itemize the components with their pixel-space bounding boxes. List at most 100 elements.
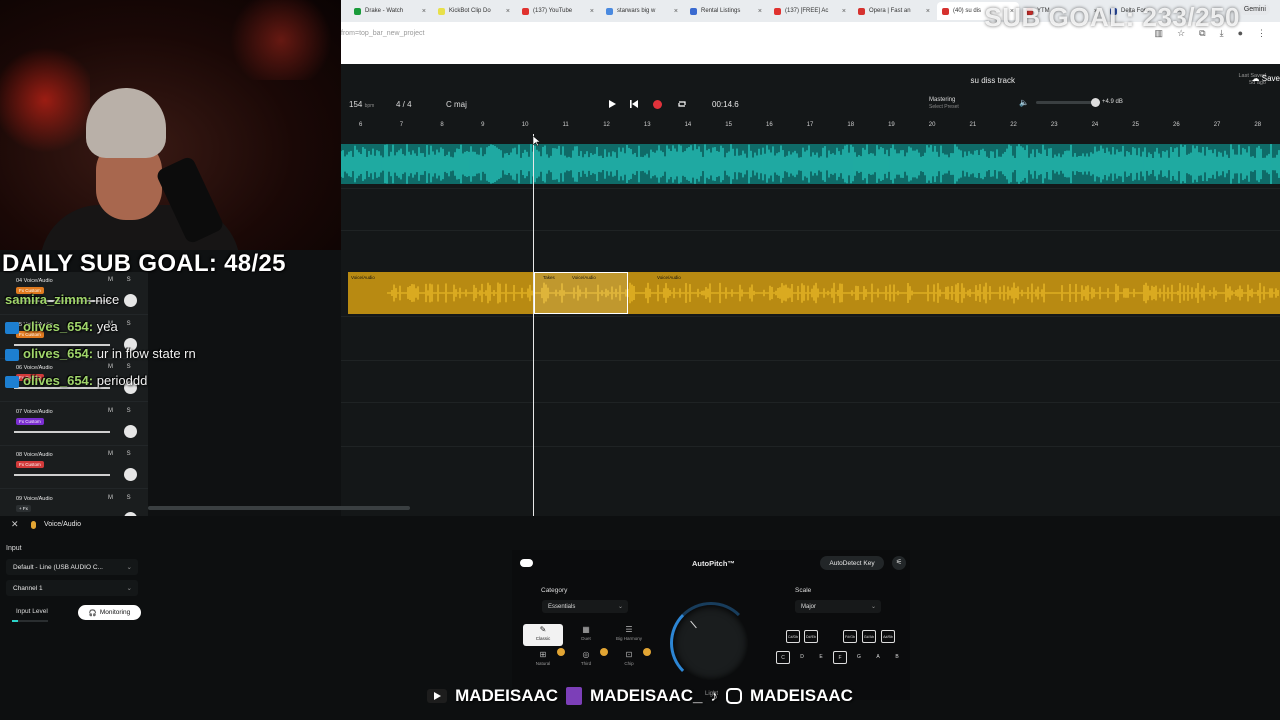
scale-key-sharp[interactable]: C#/Db xyxy=(786,630,800,643)
scale-key-natural[interactable]: D xyxy=(795,651,809,664)
mode-label: Big Harmony xyxy=(615,636,642,641)
scale-key-natural[interactable]: F xyxy=(833,651,847,664)
tab-favicon-icon xyxy=(690,7,697,15)
rewind-icon[interactable] xyxy=(629,99,639,109)
chevron-down-icon: ⌄ xyxy=(870,604,876,610)
mastering-preset-label: Select Preset xyxy=(929,104,959,110)
scale-key-sharp[interactable]: A#/Bb xyxy=(881,630,895,643)
premium-dot xyxy=(643,648,651,656)
close-icon[interactable]: ✕ xyxy=(11,519,19,530)
autopitch-toggle[interactable] xyxy=(520,559,533,567)
mode-duet[interactable]: ▦ Duet xyxy=(566,624,606,646)
chat-message: olives_654: yea xyxy=(5,319,118,334)
horizontal-scrollbar[interactable] xyxy=(148,506,410,510)
mastering-label: Mastering xyxy=(929,97,956,103)
mode-big-harmony[interactable]: ☰ Big Harmony xyxy=(609,624,649,646)
tab-title: KickBot Clip Do xyxy=(449,8,491,14)
mode-label: Classic xyxy=(535,636,551,641)
playhead[interactable] xyxy=(533,134,534,516)
mastering-preset[interactable]: Mastering Select Preset xyxy=(929,97,959,111)
streamer-beanie xyxy=(86,88,166,158)
play-icon[interactable] xyxy=(607,99,617,109)
instagram-icon xyxy=(725,688,742,704)
scale-key-natural[interactable]: G xyxy=(852,651,866,664)
time-signature[interactable]: 4 / 4 xyxy=(396,100,412,109)
scale-select[interactable]: Major ⌄ xyxy=(795,600,881,613)
close-tab-icon[interactable]: × xyxy=(674,8,678,15)
red-light xyxy=(0,40,90,160)
browser-tab[interactable]: Opera | Fast an × xyxy=(853,2,935,20)
speaker-icon[interactable]: 🔈 xyxy=(1019,98,1029,107)
mute-solo-buttons[interactable]: M S xyxy=(108,451,137,457)
close-tab-icon[interactable]: × xyxy=(758,8,762,15)
browser-tab[interactable]: Rental Listings × xyxy=(685,2,767,20)
record-icon[interactable] xyxy=(653,99,662,109)
track-header[interactable]: 08 Voice/Audio M S Fx Custom xyxy=(0,446,148,489)
browser-tab[interactable]: Drake - Watch × xyxy=(349,2,431,20)
volume-knob[interactable] xyxy=(1091,98,1100,107)
monitoring-button[interactable]: 🎧 Monitoring xyxy=(78,605,141,620)
browser-tab[interactable]: (137) YouTube × xyxy=(517,2,599,20)
ruler-tick-label: 6 xyxy=(359,122,363,128)
mode-classic[interactable]: ✎ Classic xyxy=(523,624,563,646)
channel-select[interactable]: Channel 1 ⌄ xyxy=(6,580,138,596)
scale-key-sharp[interactable]: G#/Ab xyxy=(862,630,876,643)
browser-tab[interactable]: (137) [FREE] Ac × xyxy=(769,2,851,20)
bpm-display[interactable]: 154 bpm xyxy=(349,100,374,109)
browser-tab[interactable]: KickBot Clip Do × xyxy=(433,2,515,20)
close-tab-icon[interactable]: × xyxy=(926,8,930,15)
gemini-button[interactable]: Gemini xyxy=(1239,4,1270,15)
menu-icon[interactable]: ⋮ xyxy=(1257,28,1266,39)
brand-name: MADEISAAC_ xyxy=(590,686,703,705)
scale-key-natural[interactable]: C xyxy=(776,651,790,664)
close-tab-icon[interactable]: × xyxy=(590,8,594,15)
close-tab-icon[interactable]: × xyxy=(842,8,846,15)
chat-message: samira_zimm: nice xyxy=(5,292,119,307)
settings-sliders-icon[interactable]: ⚟ xyxy=(892,556,906,570)
track-volume-slider[interactable] xyxy=(14,430,110,433)
screen: { "overlay": { "sub_goal_top": "SUB GOAL… xyxy=(0,0,1280,720)
track-volume-slider[interactable] xyxy=(14,474,110,476)
tab-favicon-icon xyxy=(438,7,445,15)
pan-knob[interactable] xyxy=(124,294,137,307)
pan-knob[interactable] xyxy=(124,468,137,481)
browser-tab[interactable]: starwars big w × xyxy=(601,2,683,20)
lane-divider xyxy=(341,316,1280,317)
mute-solo-buttons[interactable]: M S xyxy=(108,364,137,370)
mute-solo-buttons[interactable]: M S xyxy=(108,495,137,501)
ruler-tick-label: 8 xyxy=(440,122,444,128)
scale-key-sharp[interactable]: F#/Gb xyxy=(843,630,857,643)
loop-icon[interactable] xyxy=(677,99,687,109)
chat-username: olives_654: xyxy=(23,319,94,334)
twitch-icon xyxy=(566,687,583,705)
autodetect-key-button[interactable]: AutoDetect Key xyxy=(820,556,884,570)
key-display[interactable]: C maj xyxy=(446,100,467,109)
fx-badge[interactable]: Fx Custom xyxy=(16,461,44,468)
ruler-tick-label: 18 xyxy=(847,122,855,128)
scale-key-natural[interactable]: E xyxy=(814,651,828,664)
timeline-ruler[interactable]: 6 7 8 9 10 11 12 13 14 15 16 17 18 19 20 21 22 23 24 25 26 27… xyxy=(341,120,1280,134)
scale-key-natural[interactable]: A xyxy=(871,651,885,664)
master-volume-slider[interactable] xyxy=(1036,98,1100,107)
lane-divider xyxy=(341,402,1280,403)
fx-badge[interactable]: + Fx xyxy=(16,504,31,512)
track-header[interactable]: 07 Voice/Audio M S Fx Custom xyxy=(0,403,148,446)
chevron-down-icon: ⌄ xyxy=(126,585,132,592)
input-label: Input xyxy=(6,545,22,552)
ruler-tick-label: 21 xyxy=(969,122,977,128)
close-tab-icon[interactable]: × xyxy=(506,8,510,15)
scale-key-sharp[interactable]: D#/Eb xyxy=(804,630,818,643)
close-tab-icon[interactable]: × xyxy=(422,8,426,15)
mute-solo-buttons[interactable]: M S xyxy=(108,408,137,414)
category-select[interactable]: Essentials ⌄ xyxy=(542,600,628,613)
pan-knob[interactable] xyxy=(124,424,137,438)
save-button[interactable]: ☁ Save xyxy=(1252,74,1280,83)
mode-label: Duet xyxy=(581,636,591,641)
scale-key-natural[interactable]: B xyxy=(890,651,904,664)
amount-dial[interactable] xyxy=(670,602,752,684)
fx-badge[interactable]: Fx Custom xyxy=(16,417,44,425)
takes-label: Takes xyxy=(543,275,555,280)
lane-divider xyxy=(341,230,1280,231)
ruler-tick-label: 23 xyxy=(1050,122,1058,128)
input-device-select[interactable]: Default - Line (USB AUDIO C... ⌄ xyxy=(6,559,138,575)
